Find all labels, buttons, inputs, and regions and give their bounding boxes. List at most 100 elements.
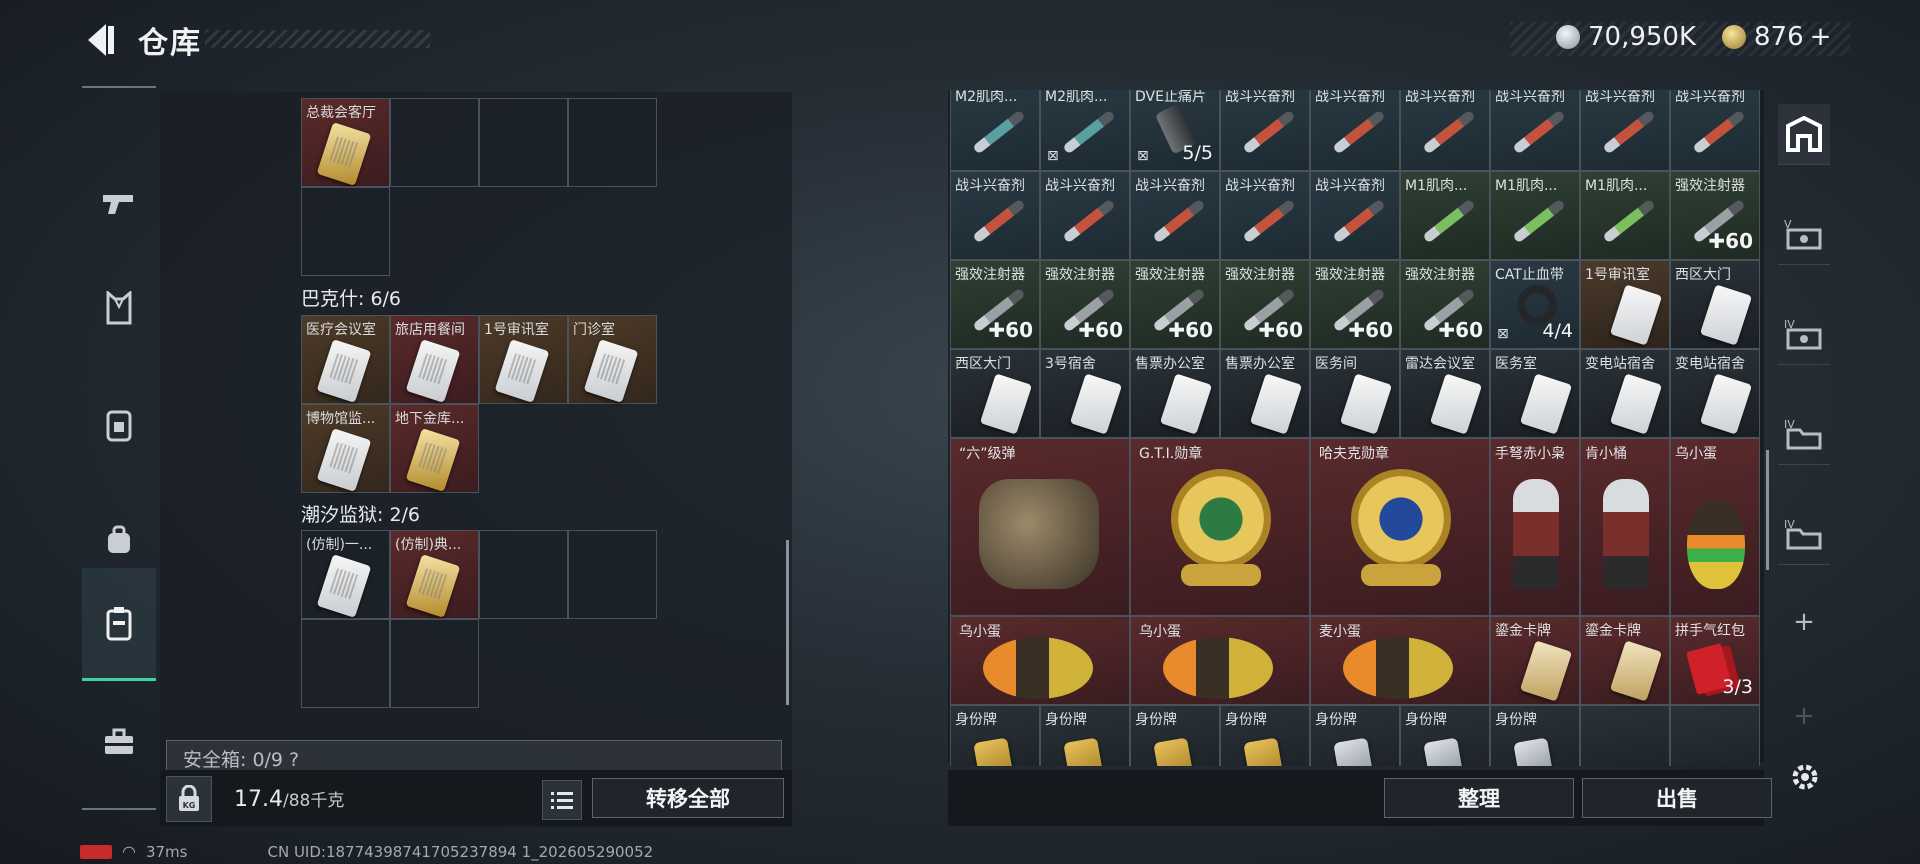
keycard-slot[interactable]: 总裁会客厅 [301,98,390,187]
sort-button[interactable]: 整理 [1384,778,1574,818]
inventory-item[interactable]: 鎏金卡牌 [1490,616,1580,705]
collectible-item[interactable]: 哈夫克勋章 [1310,438,1490,616]
right-scrollbar[interactable] [1766,450,1769,570]
keycard-slot[interactable]: 地下金库... [390,404,479,493]
figurine-item[interactable]: 乌小蛋 [1670,438,1760,616]
inventory-item[interactable]: 战斗兴奋剂 [1490,90,1580,171]
inventory-item[interactable]: M1肌肉... [1400,171,1490,260]
inventory-item[interactable]: 强效注射器 ✚60 [1310,260,1400,349]
inventory-item[interactable]: 强效注射器 ✚60 [1670,171,1760,260]
inventory-item[interactable]: 鎏金卡牌 [1580,616,1670,705]
dog-tag-item[interactable]: 身份牌 [1130,705,1220,766]
inventory-item[interactable]: 雷达会议室 [1400,349,1490,438]
page-vault-iv[interactable]: IV [1778,304,1830,365]
inventory-item[interactable]: 西区大门 [1670,260,1760,349]
inventory-item[interactable]: 战斗兴奋剂 [1040,171,1130,260]
dog-tag-item[interactable]: 身份牌 [1040,705,1130,766]
inventory-item[interactable]: 战斗兴奋剂 [1310,90,1400,171]
keycard-slot[interactable]: 1号审讯室 [479,315,568,404]
page-vault-iv-3[interactable]: IV [1778,504,1830,565]
empty-slot[interactable] [301,619,390,708]
keycard-slot[interactable]: 门诊室 [568,315,657,404]
collectible-item[interactable]: G.T.I.勋章 [1130,438,1310,616]
nav-toolbox[interactable] [82,706,156,778]
inventory-item[interactable]: 售票办公室 [1220,349,1310,438]
nav-weapons[interactable] [82,168,156,240]
egg-figure-icon [1687,499,1745,589]
collectible-item[interactable]: “六”级弹 [950,438,1130,616]
inventory-item[interactable]: 强效注射器 ✚60 [1220,260,1310,349]
keycard-slot[interactable]: (仿制)一... [301,530,390,619]
empty-slot[interactable] [479,98,568,187]
inventory-item[interactable]: 医务间 [1310,349,1400,438]
nav-backpack[interactable] [82,388,156,460]
empty-slot[interactable] [479,530,568,619]
inventory-item[interactable]: 西区大门 [950,349,1040,438]
inventory-item[interactable]: 战斗兴奋剂 [1310,171,1400,260]
egg-item[interactable]: 乌小蛋 [1130,616,1310,705]
page-vault-iv-2[interactable]: IV [1778,404,1830,465]
inventory-item[interactable]: M1肌肉... [1580,171,1670,260]
add-page-button[interactable]: + [1778,592,1830,652]
transfer-all-button[interactable]: 转移全部 [592,778,784,818]
inventory-item[interactable]: M1肌肉... [1490,171,1580,260]
page-vault-v[interactable]: V [1778,204,1830,265]
inventory-item[interactable]: 战斗兴奋剂 [1670,90,1760,171]
weight-lock-button[interactable]: KG [166,776,212,822]
inventory-item[interactable]: 拼手气红包 3/3 [1670,616,1760,705]
egg-item[interactable]: 麦小蛋 [1310,616,1490,705]
inventory-item[interactable]: 强效注射器 ✚60 [950,260,1040,349]
inventory-item[interactable]: 3号宿舍 [1040,349,1130,438]
back-button[interactable] [80,20,120,60]
inventory-item[interactable]: CAT止血带 ⊠ 4/4 [1490,260,1580,349]
keycard-slot[interactable]: 博物馆监... [301,404,390,493]
inventory-item[interactable]: 售票办公室 [1130,349,1220,438]
empty-slot[interactable] [568,530,657,619]
inventory-item[interactable]: 强效注射器 ✚60 [1040,260,1130,349]
dog-tag-item[interactable]: 身份牌 [1490,705,1580,766]
empty-slot[interactable] [390,98,479,187]
list-view-button[interactable] [542,780,582,820]
dog-tag-item[interactable]: 身份牌 [1220,705,1310,766]
keycard-slot[interactable]: (仿制)典... [390,530,479,619]
dog-tag-item[interactable]: 身份牌 [1400,705,1490,766]
inventory-item[interactable]: 战斗兴奋剂 [1220,90,1310,171]
empty-slot[interactable] [301,187,390,276]
nav-bag[interactable] [82,504,156,576]
inventory-item[interactable]: M2肌肉... [950,90,1040,171]
empty-slot[interactable] [568,98,657,187]
settings-button[interactable] [1788,760,1822,798]
sell-button[interactable]: 出售 [1582,778,1772,818]
egg-item[interactable]: 乌小蛋 [950,616,1130,705]
keycard-slot[interactable]: 医疗会议室 [301,315,390,404]
inventory-item[interactable]: 强效注射器 ✚60 [1130,260,1220,349]
gold-currency[interactable]: 876 + [1722,18,1831,56]
dog-tag-item[interactable]: 身份牌 [1310,705,1400,766]
inventory-item[interactable]: 战斗兴奋剂 [1580,90,1670,171]
empty-slot[interactable] [1580,705,1670,766]
inventory-item[interactable]: 战斗兴奋剂 [950,171,1040,260]
empty-slot[interactable] [1670,705,1760,766]
inventory-item[interactable]: 强效注射器 ✚60 [1400,260,1490,349]
keycard-slot[interactable]: 旅店用餐间 [390,315,479,404]
inventory-item[interactable]: 医务室 [1490,349,1580,438]
safebox-bar[interactable]: 安全箱: 0/9 ? [166,740,782,772]
nav-armor[interactable] [82,272,156,344]
dog-tag-item[interactable]: 身份牌 [950,705,1040,766]
figurine-item[interactable]: 手弩赤小枭 [1490,438,1580,616]
nav-storage[interactable] [82,568,156,681]
inventory-item[interactable]: 战斗兴奋剂 [1400,90,1490,171]
add-gold-icon[interactable]: + [1810,22,1832,52]
inventory-item[interactable]: 战斗兴奋剂 [1130,171,1220,260]
inventory-item[interactable]: 变电站宿舍 [1670,349,1760,438]
left-scrollbar[interactable] [786,540,789,705]
inventory-item[interactable]: M2肌肉... ⊠ [1040,90,1130,171]
page-main[interactable] [1778,104,1830,165]
figurine-item[interactable]: 肯小桶 [1580,438,1670,616]
inventory-item[interactable]: 战斗兴奋剂 [1220,171,1310,260]
inventory-item[interactable]: 1号审讯室 [1580,260,1670,349]
inventory-item[interactable]: DVE止痛片 ⊠ 5/5 [1130,90,1220,171]
inventory-item[interactable]: 变电站宿舍 [1580,349,1670,438]
empty-slot[interactable] [390,619,479,708]
item-label: 博物馆监... [306,411,376,427]
